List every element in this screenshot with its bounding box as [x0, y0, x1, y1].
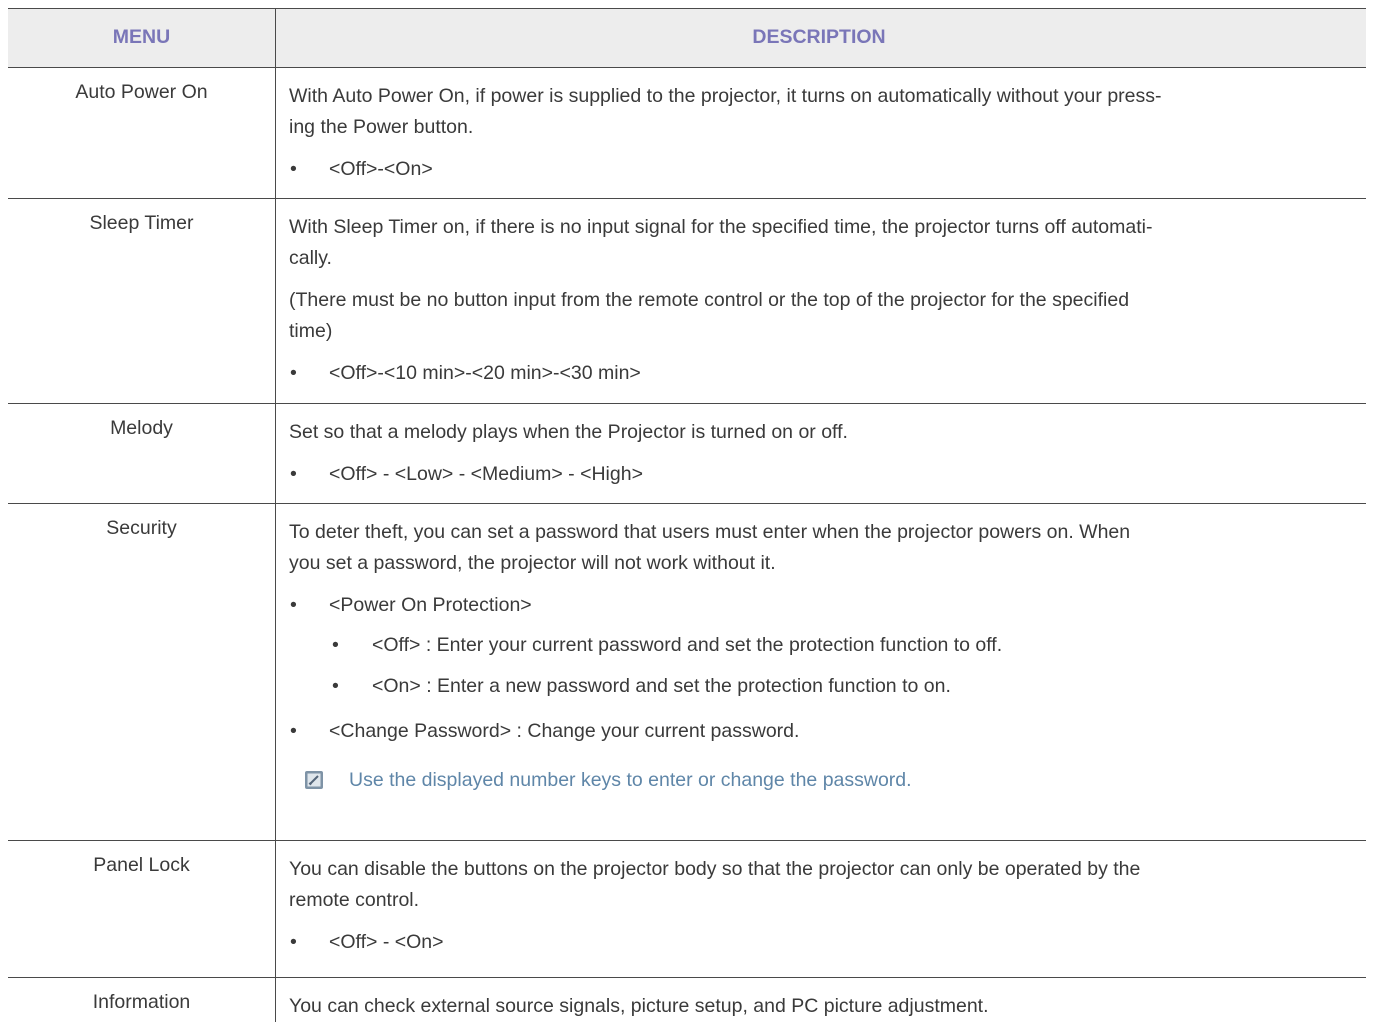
option-values: <Change Password> : Change your current … [329, 720, 800, 742]
table-row-information: Information You can check external sourc… [8, 978, 1366, 1022]
option-values: <Power On Protection> [329, 594, 532, 616]
menu-cell: Auto Power On [8, 68, 276, 198]
list-item: • <Off> : Enter your current password an… [289, 630, 1352, 661]
table-header-row: MENU DESCRIPTION [8, 9, 1366, 68]
option-values: <Off>-<On> [329, 158, 433, 180]
bullet-icon: • [290, 158, 297, 180]
header-description: DESCRIPTION [752, 26, 886, 48]
description-line: To deter theft, you can set a password t… [289, 521, 1131, 543]
table-row-panel-lock: Panel Lock You can disable the buttons o… [8, 841, 1366, 978]
bullet-icon: • [332, 634, 339, 656]
description-line: you set a password, the projector will n… [289, 552, 776, 574]
note-text: Use the displayed number keys to enter o… [349, 769, 912, 791]
description-line: ing the Power button. [289, 116, 474, 138]
pencil-note-icon [305, 771, 323, 789]
description-cell: With Auto Power On, if power is supplied… [276, 68, 1366, 198]
list-item: • <Change Password> : Change your curren… [289, 716, 1352, 747]
description-line: time) [289, 320, 333, 342]
bullet-icon: • [332, 675, 339, 697]
menu-cell: Melody [8, 404, 276, 503]
option-values: <Off>-<10 min>-<20 min>-<30 min> [329, 362, 641, 384]
description-cell: You can check external source signals, p… [276, 978, 1366, 1022]
list-item: • <On> : Enter a new password and set th… [289, 671, 1352, 702]
option-values: <Off> : Enter your current password and … [372, 634, 1003, 656]
description-line: cally. [289, 247, 332, 269]
settings-table: MENU DESCRIPTION Auto Power On With Auto… [8, 8, 1366, 1022]
bullet-icon: • [290, 594, 297, 616]
description-line: You can check external source signals, p… [289, 995, 989, 1017]
table-row-auto-power-on: Auto Power On With Auto Power On, if pow… [8, 68, 1366, 199]
menu-cell: Sleep Timer [8, 199, 276, 403]
menu-cell: Security [8, 504, 276, 840]
list-item: • <Off>-<On> [289, 154, 1352, 185]
description-cell: With Sleep Timer on, if there is no inpu… [276, 199, 1366, 403]
option-values: <Off> - <Low> - <Medium> - <High> [329, 463, 643, 485]
description-line: Set so that a melody plays when the Proj… [289, 421, 848, 443]
table-row-melody: Melody Set so that a melody plays when t… [8, 404, 1366, 504]
list-item: • <Off> - <Low> - <Medium> - <High> [289, 459, 1352, 490]
description-line: remote control. [289, 889, 420, 911]
description-line: With Auto Power On, if power is supplied… [289, 85, 1162, 107]
note: Use the displayed number keys to enter o… [289, 765, 1352, 796]
list-item: • <Power On Protection> [289, 590, 1352, 621]
menu-cell: Information [8, 978, 276, 1022]
menu-cell: Panel Lock [8, 841, 276, 977]
description-cell: You can disable the buttons on the proje… [276, 841, 1366, 977]
table-row-sleep-timer: Sleep Timer With Sleep Timer on, if ther… [8, 199, 1366, 404]
option-values: <On> : Enter a new password and set the … [372, 675, 951, 697]
list-item: • <Off> - <On> [289, 927, 1352, 958]
description-cell: To deter theft, you can set a password t… [276, 504, 1366, 840]
description-line: (There must be no button input from the … [289, 289, 1130, 311]
description-line: You can disable the buttons on the proje… [289, 858, 1141, 880]
description-line: With Sleep Timer on, if there is no inpu… [289, 216, 1153, 238]
bullet-icon: • [290, 931, 297, 953]
header-menu: MENU [8, 9, 276, 67]
bullet-icon: • [290, 720, 297, 742]
bullet-icon: • [290, 463, 297, 485]
list-item: • <Off>-<10 min>-<20 min>-<30 min> [289, 358, 1352, 389]
option-values: <Off> - <On> [329, 931, 444, 953]
description-cell: Set so that a melody plays when the Proj… [276, 404, 1366, 503]
table-row-security: Security To deter theft, you can set a p… [8, 504, 1366, 841]
bullet-icon: • [290, 362, 297, 384]
